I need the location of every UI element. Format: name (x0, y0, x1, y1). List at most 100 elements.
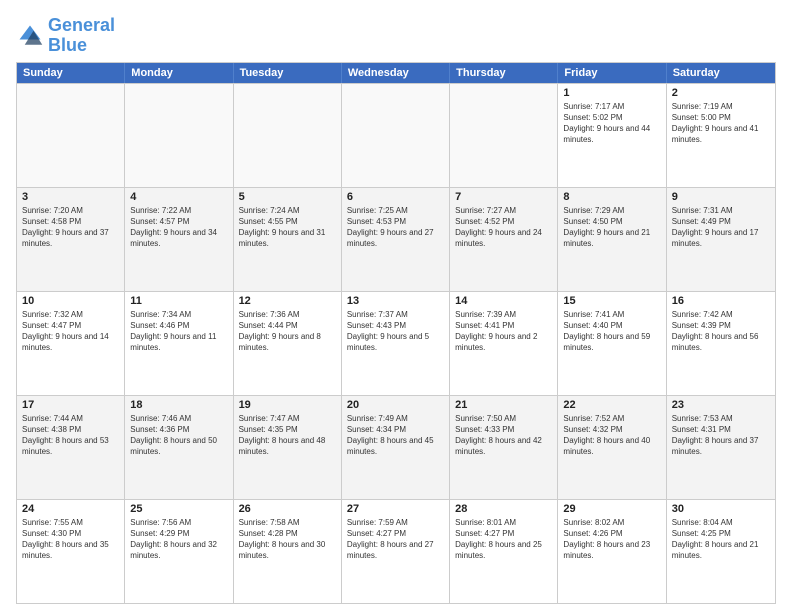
calendar-row-1: 3 Sunrise: 7:20 AM Sunset: 4:58 PM Daylig… (17, 187, 775, 291)
calendar-cell: 23 Sunrise: 7:53 AM Sunset: 4:31 PM Dayli… (667, 396, 775, 499)
calendar-cell: 5 Sunrise: 7:24 AM Sunset: 4:55 PM Daylig… (234, 188, 342, 291)
cell-info-text: Sunrise: 7:36 AM Sunset: 4:44 PM Dayligh… (239, 309, 336, 354)
calendar-row-3: 17 Sunrise: 7:44 AM Sunset: 4:38 PM Dayli… (17, 395, 775, 499)
header-day-monday: Monday (125, 63, 233, 83)
cell-info-text: Sunrise: 7:41 AM Sunset: 4:40 PM Dayligh… (563, 309, 660, 354)
calendar-cell: 8 Sunrise: 7:29 AM Sunset: 4:50 PM Daylig… (558, 188, 666, 291)
calendar-cell (342, 84, 450, 187)
cell-info-text: Sunrise: 7:19 AM Sunset: 5:00 PM Dayligh… (672, 101, 770, 146)
cell-info-text: Sunrise: 7:29 AM Sunset: 4:50 PM Dayligh… (563, 205, 660, 250)
header-day-sunday: Sunday (17, 63, 125, 83)
calendar-cell: 11Sunrise: 7:34 AM Sunset: 4:46 PM Dayli… (125, 292, 233, 395)
calendar: SundayMondayTuesdayWednesdayThursdayFrid… (16, 62, 776, 604)
calendar-cell: 12 Sunrise: 7:36 AM Sunset: 4:44 PM Dayli… (234, 292, 342, 395)
cell-info-text: Sunrise: 7:24 AM Sunset: 4:55 PM Dayligh… (239, 205, 336, 250)
day-number: 28 (455, 503, 552, 515)
header-day-thursday: Thursday (450, 63, 558, 83)
header: General Blue (16, 16, 776, 56)
calendar-cell: 21 Sunrise: 7:50 AM Sunset: 4:33 PM Dayli… (450, 396, 558, 499)
day-number: 2 (672, 87, 770, 99)
calendar-cell: 3 Sunrise: 7:20 AM Sunset: 4:58 PM Daylig… (17, 188, 125, 291)
day-number: 10 (22, 295, 119, 307)
calendar-cell: 13 Sunrise: 7:37 AM Sunset: 4:43 PM Dayli… (342, 292, 450, 395)
calendar-cell: 26Sunrise: 7:58 AM Sunset: 4:28 PM Dayli… (234, 500, 342, 603)
header-day-tuesday: Tuesday (234, 63, 342, 83)
cell-info-text: Sunrise: 7:34 AM Sunset: 4:46 PM Dayligh… (130, 309, 227, 354)
cell-info-text: Sunrise: 7:49 AM Sunset: 4:34 PM Dayligh… (347, 413, 444, 458)
calendar-cell: 25 Sunrise: 7:56 AM Sunset: 4:29 PM Dayli… (125, 500, 233, 603)
cell-info-text: Sunrise: 7:22 AM Sunset: 4:57 PM Dayligh… (130, 205, 227, 250)
cell-info-text: Sunrise: 7:46 AM Sunset: 4:36 PM Dayligh… (130, 413, 227, 458)
page: General Blue SundayMondayTuesdayWednesda… (0, 0, 792, 612)
cell-info-text: Sunrise: 7:37 AM Sunset: 4:43 PM Dayligh… (347, 309, 444, 354)
day-number: 13 (347, 295, 444, 307)
day-number: 25 (130, 503, 227, 515)
cell-info-text: Sunrise: 7:53 AM Sunset: 4:31 PM Dayligh… (672, 413, 770, 458)
day-number: 14 (455, 295, 552, 307)
cell-info-text: Sunrise: 7:25 AM Sunset: 4:53 PM Dayligh… (347, 205, 444, 250)
calendar-cell: 22Sunrise: 7:52 AM Sunset: 4:32 PM Dayli… (558, 396, 666, 499)
logo: General Blue (16, 16, 115, 56)
calendar-cell: 16 Sunrise: 7:42 AM Sunset: 4:39 PM Dayli… (667, 292, 775, 395)
calendar-cell (234, 84, 342, 187)
cell-info-text: Sunrise: 7:17 AM Sunset: 5:02 PM Dayligh… (563, 101, 660, 146)
calendar-cell: 20 Sunrise: 7:49 AM Sunset: 4:34 PM Dayli… (342, 396, 450, 499)
day-number: 21 (455, 399, 552, 411)
calendar-cell: 28 Sunrise: 8:01 AM Sunset: 4:27 PM Dayli… (450, 500, 558, 603)
day-number: 15 (563, 295, 660, 307)
cell-info-text: Sunrise: 7:50 AM Sunset: 4:33 PM Dayligh… (455, 413, 552, 458)
cell-info-text: Sunrise: 7:20 AM Sunset: 4:58 PM Dayligh… (22, 205, 119, 250)
day-number: 1 (563, 87, 660, 99)
calendar-cell: 4 Sunrise: 7:22 AM Sunset: 4:57 PM Daylig… (125, 188, 233, 291)
calendar-body: 1 Sunrise: 7:17 AM Sunset: 5:02 PM Daylig… (17, 83, 775, 603)
day-number: 16 (672, 295, 770, 307)
day-number: 30 (672, 503, 770, 515)
day-number: 5 (239, 191, 336, 203)
day-number: 27 (347, 503, 444, 515)
calendar-row-2: 10 Sunrise: 7:32 AM Sunset: 4:47 PM Dayli… (17, 291, 775, 395)
day-number: 24 (22, 503, 119, 515)
cell-info-text: Sunrise: 8:01 AM Sunset: 4:27 PM Dayligh… (455, 517, 552, 562)
day-number: 20 (347, 399, 444, 411)
cell-info-text: Sunrise: 7:31 AM Sunset: 4:49 PM Dayligh… (672, 205, 770, 250)
cell-info-text: Sunrise: 7:58 AM Sunset: 4:28 PM Dayligh… (239, 517, 336, 562)
calendar-cell: 29Sunrise: 8:02 AM Sunset: 4:26 PM Dayli… (558, 500, 666, 603)
cell-info-text: Sunrise: 7:27 AM Sunset: 4:52 PM Dayligh… (455, 205, 552, 250)
header-day-wednesday: Wednesday (342, 63, 450, 83)
calendar-cell (125, 84, 233, 187)
logo-text: General Blue (48, 16, 115, 56)
cell-info-text: Sunrise: 7:59 AM Sunset: 4:27 PM Dayligh… (347, 517, 444, 562)
calendar-cell (450, 84, 558, 187)
calendar-cell: 6 Sunrise: 7:25 AM Sunset: 4:53 PM Daylig… (342, 188, 450, 291)
calendar-cell: 18Sunrise: 7:46 AM Sunset: 4:36 PM Dayli… (125, 396, 233, 499)
cell-info-text: Sunrise: 7:42 AM Sunset: 4:39 PM Dayligh… (672, 309, 770, 354)
calendar-cell: 9 Sunrise: 7:31 AM Sunset: 4:49 PM Daylig… (667, 188, 775, 291)
cell-info-text: Sunrise: 7:47 AM Sunset: 4:35 PM Dayligh… (239, 413, 336, 458)
header-day-saturday: Saturday (667, 63, 775, 83)
day-number: 17 (22, 399, 119, 411)
calendar-cell: 1 Sunrise: 7:17 AM Sunset: 5:02 PM Daylig… (558, 84, 666, 187)
calendar-cell: 27 Sunrise: 7:59 AM Sunset: 4:27 PM Dayli… (342, 500, 450, 603)
day-number: 12 (239, 295, 336, 307)
cell-info-text: Sunrise: 7:32 AM Sunset: 4:47 PM Dayligh… (22, 309, 119, 354)
day-number: 4 (130, 191, 227, 203)
day-number: 3 (22, 191, 119, 203)
day-number: 29 (563, 503, 660, 515)
cell-info-text: Sunrise: 7:56 AM Sunset: 4:29 PM Dayligh… (130, 517, 227, 562)
day-number: 6 (347, 191, 444, 203)
day-number: 19 (239, 399, 336, 411)
calendar-header: SundayMondayTuesdayWednesdayThursdayFrid… (17, 63, 775, 83)
day-number: 8 (563, 191, 660, 203)
calendar-row-0: 1 Sunrise: 7:17 AM Sunset: 5:02 PM Daylig… (17, 83, 775, 187)
day-number: 23 (672, 399, 770, 411)
day-number: 9 (672, 191, 770, 203)
calendar-cell: 24Sunrise: 7:55 AM Sunset: 4:30 PM Dayli… (17, 500, 125, 603)
header-day-friday: Friday (558, 63, 666, 83)
logo-icon (16, 22, 44, 50)
calendar-cell (17, 84, 125, 187)
cell-info-text: Sunrise: 7:39 AM Sunset: 4:41 PM Dayligh… (455, 309, 552, 354)
calendar-cell: 19 Sunrise: 7:47 AM Sunset: 4:35 PM Dayli… (234, 396, 342, 499)
calendar-cell: 7Sunrise: 7:27 AM Sunset: 4:52 PM Daylig… (450, 188, 558, 291)
calendar-cell: 17 Sunrise: 7:44 AM Sunset: 4:38 PM Dayli… (17, 396, 125, 499)
cell-info-text: Sunrise: 7:44 AM Sunset: 4:38 PM Dayligh… (22, 413, 119, 458)
